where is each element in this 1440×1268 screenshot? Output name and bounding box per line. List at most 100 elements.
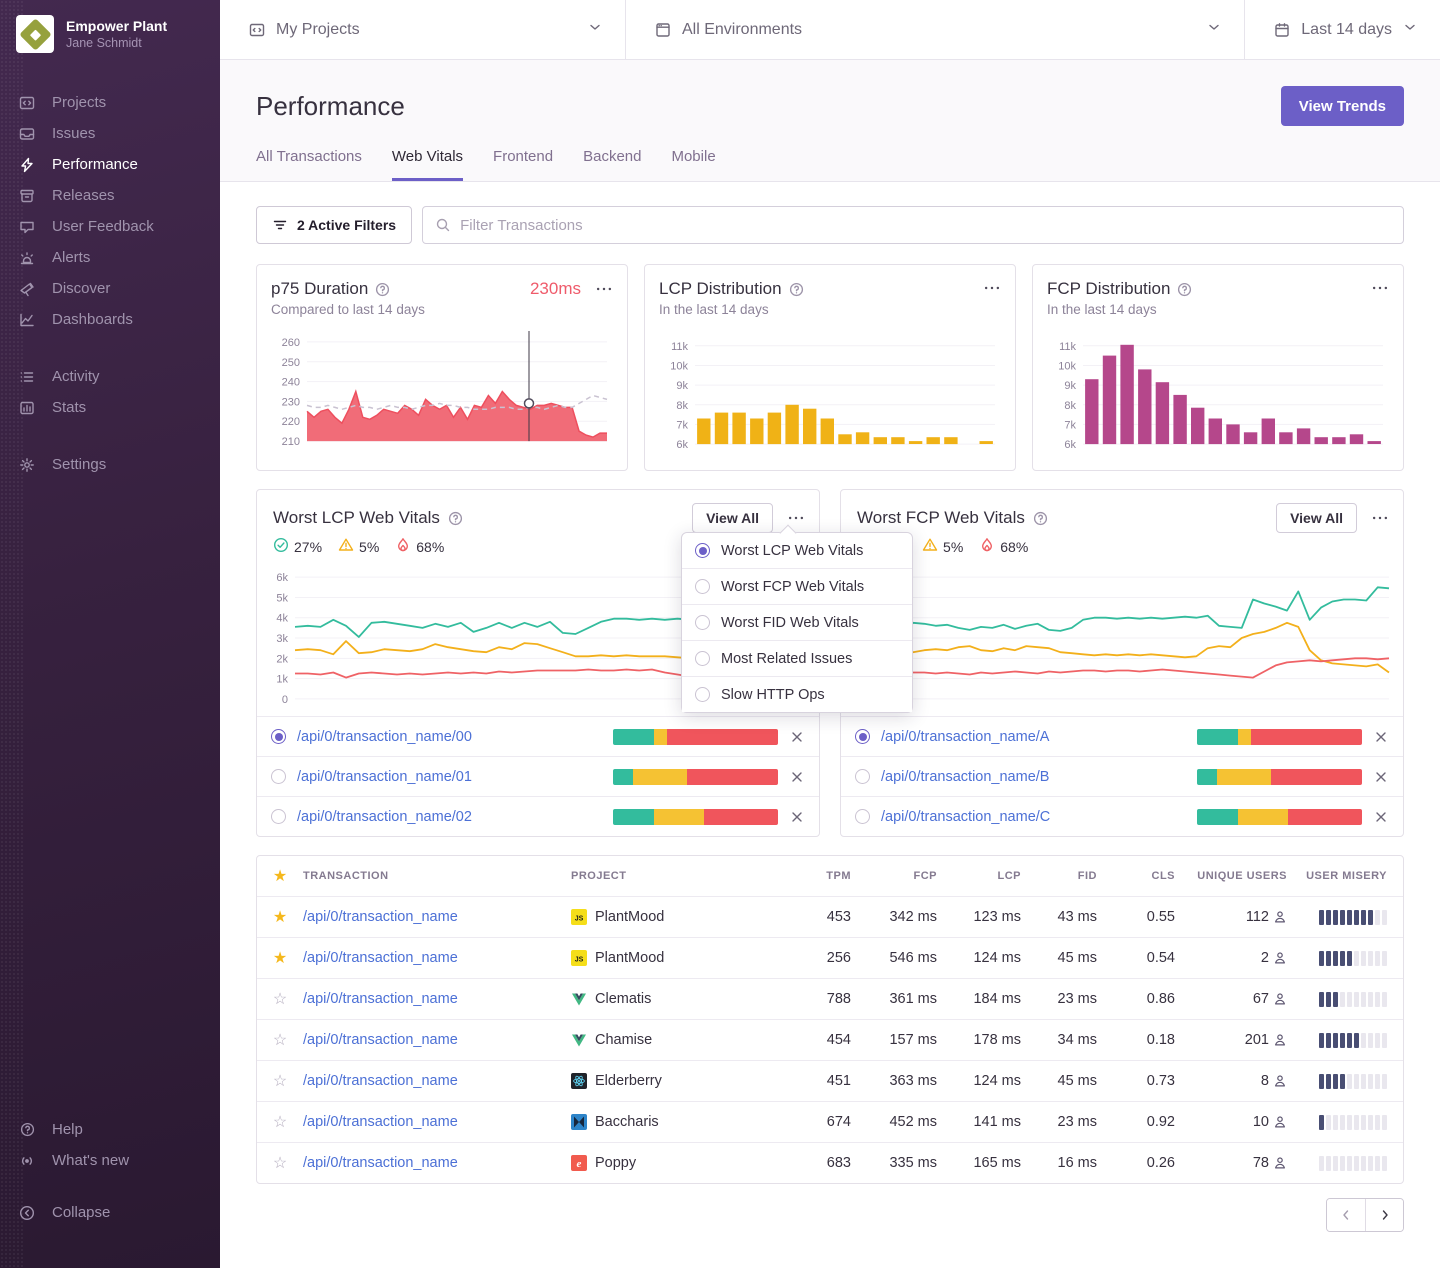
- transaction-link[interactable]: /api/0/transaction_name: [303, 1114, 571, 1130]
- star-toggle[interactable]: ☆: [257, 1153, 303, 1173]
- star-header-icon[interactable]: ★: [257, 866, 303, 886]
- dropdown-option[interactable]: Worst FCP Web Vitals: [682, 568, 912, 604]
- next-page-button[interactable]: [1365, 1199, 1403, 1231]
- option-radio[interactable]: [695, 543, 710, 558]
- tab[interactable]: Web Vitals: [392, 148, 463, 181]
- sidebar-item[interactable]: User Feedback: [0, 211, 220, 242]
- fcp-value: 363 ms: [851, 1073, 937, 1089]
- close-icon[interactable]: [1373, 729, 1389, 745]
- card-menu-button[interactable]: [983, 279, 1001, 297]
- transaction-link[interactable]: /api/0/transaction_name: [303, 950, 571, 966]
- card-menu-button[interactable]: [1371, 279, 1389, 297]
- sidebar-collapse[interactable]: Collapse: [0, 1197, 220, 1228]
- sidebar-item[interactable]: Alerts: [0, 242, 220, 273]
- close-icon[interactable]: [1373, 809, 1389, 825]
- sidebar-item[interactable]: Releases: [0, 180, 220, 211]
- star-toggle[interactable]: ☆: [257, 1071, 303, 1091]
- help-icon[interactable]: [375, 282, 390, 297]
- transaction-radio[interactable]: [855, 769, 870, 784]
- tab[interactable]: All Transactions: [256, 148, 362, 181]
- view-trends-button[interactable]: View Trends: [1281, 86, 1404, 126]
- transaction-link[interactable]: /api/0/transaction_name: [303, 1155, 571, 1171]
- sidebar-item[interactable]: Issues: [0, 118, 220, 149]
- active-filters-button[interactable]: 2 Active Filters: [256, 206, 412, 244]
- search-input[interactable]: [460, 217, 1391, 234]
- star-toggle[interactable]: ☆: [257, 989, 303, 1009]
- transaction-radio[interactable]: [855, 729, 870, 744]
- transaction-link[interactable]: /api/0/transaction_name/C: [881, 809, 1186, 825]
- transaction-link[interactable]: /api/0/transaction_name/00: [297, 729, 602, 745]
- card-menu-button[interactable]: [595, 280, 613, 298]
- option-radio[interactable]: [695, 651, 710, 666]
- vitals-transaction-row: /api/0/transaction_name/00: [257, 716, 819, 756]
- sidebar-item-icon: [18, 369, 36, 385]
- view-all-button[interactable]: View All: [692, 503, 773, 533]
- star-toggle[interactable]: ☆: [257, 1112, 303, 1132]
- transaction-link[interactable]: /api/0/transaction_name/A: [881, 729, 1186, 745]
- svg-text:8k: 8k: [676, 400, 688, 412]
- transaction-radio[interactable]: [271, 809, 286, 824]
- transaction-radio[interactable]: [855, 809, 870, 824]
- transaction-link[interactable]: /api/0/transaction_name/01: [297, 769, 602, 785]
- sidebar-item[interactable]: Activity: [0, 361, 220, 392]
- transaction-link[interactable]: /api/0/transaction_name: [303, 991, 571, 1007]
- option-radio[interactable]: [695, 579, 710, 594]
- sidebar-item[interactable]: Settings: [0, 449, 220, 480]
- star-toggle[interactable]: ★: [257, 907, 303, 927]
- sidebar-item[interactable]: Dashboards: [0, 304, 220, 335]
- project-cell[interactable]: JS PlantMood: [571, 909, 789, 925]
- transaction-radio[interactable]: [271, 729, 286, 744]
- help-icon[interactable]: [789, 282, 804, 297]
- card-menu-button[interactable]: [787, 509, 805, 527]
- transaction-link[interactable]: /api/0/transaction_name/B: [881, 769, 1186, 785]
- project-cell[interactable]: Baccharis: [571, 1114, 789, 1130]
- previous-page-button[interactable]: [1327, 1199, 1365, 1231]
- dropdown-option[interactable]: Slow HTTP Ops: [682, 676, 912, 712]
- project-cell[interactable]: Chamise: [571, 1032, 789, 1048]
- close-icon[interactable]: [789, 809, 805, 825]
- close-icon[interactable]: [1373, 769, 1389, 785]
- help-icon[interactable]: [1177, 282, 1192, 297]
- p75-duration-chart: 260250240230220210: [271, 327, 613, 455]
- sidebar-item[interactable]: Projects: [0, 87, 220, 118]
- global-filter-dropdown[interactable]: Last 14 days: [1244, 0, 1440, 59]
- transactions-table: ★ TRANSACTION PROJECT TPM FCP LCP FID CL…: [256, 855, 1404, 1184]
- lcp-value: 124 ms: [937, 1073, 1021, 1089]
- global-filter-dropdown[interactable]: All Environments: [625, 0, 1244, 59]
- sidebar-item[interactable]: What's new: [0, 1145, 220, 1176]
- option-radio[interactable]: [695, 615, 710, 630]
- close-icon[interactable]: [789, 769, 805, 785]
- transaction-link[interactable]: /api/0/transaction_name/02: [297, 809, 602, 825]
- project-cell[interactable]: Elderberry: [571, 1073, 789, 1089]
- help-icon[interactable]: [448, 511, 463, 526]
- star-toggle[interactable]: ★: [257, 948, 303, 968]
- close-icon[interactable]: [789, 729, 805, 745]
- dropdown-option[interactable]: Worst FID Web Vitals: [682, 604, 912, 640]
- help-icon[interactable]: [1033, 511, 1048, 526]
- card-menu-button[interactable]: [1371, 509, 1389, 527]
- transaction-link[interactable]: /api/0/transaction_name: [303, 909, 571, 925]
- tab[interactable]: Frontend: [493, 148, 553, 181]
- project-name: PlantMood: [595, 950, 664, 966]
- global-filter-dropdown[interactable]: My Projects: [220, 0, 625, 59]
- option-radio[interactable]: [695, 687, 710, 702]
- project-cell[interactable]: e Poppy: [571, 1155, 789, 1171]
- view-all-button[interactable]: View All: [1276, 503, 1357, 533]
- sidebar-item[interactable]: Help: [0, 1114, 220, 1145]
- filter-type-icon: [1273, 22, 1291, 38]
- transaction-link[interactable]: /api/0/transaction_name: [303, 1073, 571, 1089]
- active-filters-label: 2 Active Filters: [297, 217, 396, 233]
- dropdown-option[interactable]: Most Related Issues: [682, 640, 912, 676]
- sidebar-item[interactable]: Stats: [0, 392, 220, 423]
- tab[interactable]: Backend: [583, 148, 641, 181]
- sidebar-item[interactable]: Discover: [0, 273, 220, 304]
- project-cell[interactable]: Clematis: [571, 991, 789, 1007]
- star-toggle[interactable]: ☆: [257, 1030, 303, 1050]
- tab[interactable]: Mobile: [671, 148, 715, 181]
- dropdown-option[interactable]: Worst LCP Web Vitals: [682, 533, 912, 568]
- transaction-link[interactable]: /api/0/transaction_name: [303, 1032, 571, 1048]
- project-cell[interactable]: JS PlantMood: [571, 950, 789, 966]
- sidebar-item[interactable]: Performance: [0, 149, 220, 180]
- transaction-radio[interactable]: [271, 769, 286, 784]
- org-switcher[interactable]: Empower Plant Jane Schmidt: [0, 0, 220, 63]
